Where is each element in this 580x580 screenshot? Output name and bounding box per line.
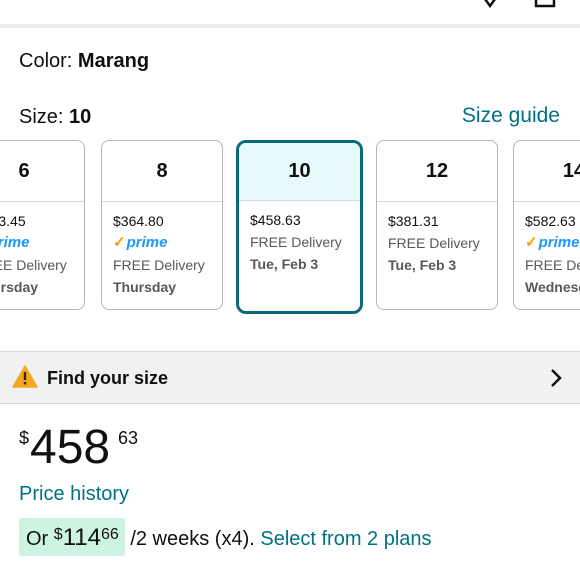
top-strip — [0, 0, 580, 24]
installment-highlight: Or $11466 — [19, 518, 125, 556]
color-value: Marang — [77, 50, 150, 72]
find-your-size-label: Find your size — [47, 368, 169, 388]
installment-fraction: 66 — [100, 526, 119, 543]
size-option-card[interactable]: 6 $583.45 ✓prime FREE Delivery Thursday — [0, 140, 85, 310]
prime-badge: ✓prime — [525, 234, 580, 251]
size-option-size: 12 — [377, 141, 497, 202]
size-option-delivery: FREE Delivery — [250, 234, 342, 250]
prime-check-icon: ✓ — [525, 234, 538, 251]
size-option-price: $458.63 — [250, 212, 301, 228]
price-whole: 458 — [30, 421, 111, 474]
size-option-size: 10 — [239, 143, 360, 201]
size-option-card[interactable]: 12 $381.31 FREE Delivery Tue, Feb 3 — [376, 140, 498, 310]
size-options-carousel[interactable]: 6 $583.45 ✓prime FREE Delivery Thursday … — [0, 140, 580, 314]
size-option-size: 14 — [514, 141, 580, 202]
size-option-price: $381.31 — [388, 213, 439, 229]
heart-icon[interactable] — [476, 0, 504, 15]
size-option-price: $583.45 — [0, 213, 26, 229]
size-option-date: Thursday — [0, 279, 39, 295]
color-selection: Color: Marang — [19, 50, 149, 73]
installment-term: /2 weeks (x4). — [130, 528, 255, 550]
size-value: 10 — [69, 106, 92, 128]
installment-plan-row: Or $11466 /2 weeks (x4). Select from 2 p… — [19, 518, 432, 556]
price-history-link[interactable]: Price history — [19, 483, 129, 506]
size-option-price: $582.63 — [525, 213, 576, 229]
size-option-date: Tue, Feb 3 — [250, 256, 319, 272]
color-label: Color: — [19, 50, 73, 72]
size-guide-link[interactable]: Size guide — [462, 104, 560, 128]
size-option-date: Tue, Feb 3 — [388, 257, 457, 273]
size-option-delivery: FREE Delivery — [525, 257, 580, 273]
installment-currency-symbol: $ — [53, 526, 63, 543]
share-icon[interactable] — [534, 0, 556, 15]
section-divider — [0, 24, 580, 28]
price-fraction: 63 — [118, 428, 139, 448]
installment-prefix: Or — [26, 528, 49, 550]
prime-badge: ✓prime — [113, 234, 168, 251]
size-option-card[interactable]: 8 $364.80 ✓prime FREE Delivery Thursday — [101, 140, 223, 310]
size-option-date: Wednesday — [525, 279, 580, 295]
price-currency-symbol: $ — [19, 428, 30, 448]
size-option-date: Thursday — [113, 279, 177, 295]
size-label: Size: — [19, 106, 64, 128]
prime-badge: ✓prime — [0, 234, 30, 251]
find-your-size-bar[interactable]: Find your size — [0, 351, 580, 404]
size-option-delivery: FREE Delivery — [113, 257, 205, 273]
size-option-delivery: FREE Delivery — [388, 235, 480, 251]
size-option-price: $364.80 — [113, 213, 164, 229]
prime-check-icon: ✓ — [113, 234, 126, 251]
size-option-size: 6 — [0, 141, 84, 202]
warning-icon — [12, 365, 38, 394]
size-option-delivery: FREE Delivery — [0, 257, 67, 273]
installment-whole: 114 — [62, 524, 101, 551]
size-option-card[interactable]: 14 $582.63 ✓prime FREE Delivery Wednesda… — [513, 140, 580, 310]
select-plans-link[interactable]: Select from 2 plans — [260, 528, 431, 550]
chevron-right-icon — [550, 368, 562, 393]
size-option-size: 8 — [102, 141, 222, 202]
size-selection: Size: 10 — [19, 106, 91, 129]
size-option-card-selected[interactable]: 10 $458.63 FREE Delivery Tue, Feb 3 — [236, 140, 363, 314]
